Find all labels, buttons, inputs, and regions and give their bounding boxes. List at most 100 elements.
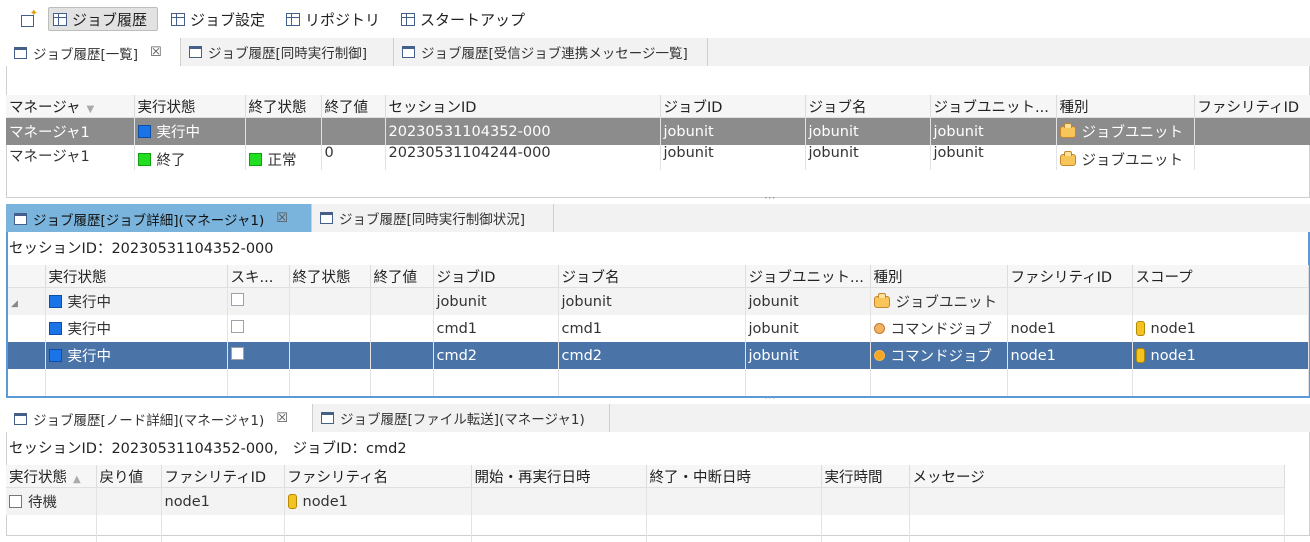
close-icon[interactable]: ☒ — [150, 45, 162, 60]
column-header[interactable]: 開始・再実行日時 — [471, 465, 647, 488]
tab-job-history-list[interactable]: ジョブ履歴[一覧] ☒ — [6, 38, 181, 67]
cell-status: 実行中 — [67, 322, 112, 338]
table-row — [8, 369, 1309, 396]
tab-label: ジョブ履歴[受信ジョブ連携メッセージ一覧] — [421, 46, 688, 62]
cell-job-name: cmd1 — [558, 315, 746, 342]
view-icon — [14, 46, 27, 59]
cell-jobunit: jobunit — [930, 145, 1057, 170]
tab-label: ジョブ履歴[ジョブ詳細](マネージャ1) — [33, 212, 265, 229]
column-header-tree[interactable] — [8, 265, 46, 288]
column-header[interactable]: 終了状態 — [289, 265, 371, 288]
column-header[interactable]: ファシリティ名 — [284, 465, 472, 488]
column-header[interactable]: スキ... — [227, 265, 290, 288]
perspective-startup[interactable]: スタートアップ — [396, 7, 530, 31]
skip-checkbox[interactable] — [230, 347, 244, 360]
column-header[interactable]: ファシリティID — [161, 465, 285, 488]
column-header[interactable]: 種別 — [870, 265, 1008, 288]
column-header[interactable]: 終了値 — [370, 265, 434, 288]
perspective-repository[interactable]: リポジトリ — [281, 7, 385, 31]
tab-label: ジョブ履歴[同時実行制御状況] — [339, 212, 526, 228]
column-header-status[interactable]: 実行状態 ▲ — [6, 465, 97, 488]
cell-job-name: jobunit — [805, 117, 931, 145]
cell-type: コマンドジョブ — [890, 322, 993, 338]
running-status-icon — [48, 322, 62, 335]
cell-end-value — [321, 117, 386, 145]
skip-checkbox[interactable] — [230, 293, 244, 306]
perspective-label: ジョブ設定 — [190, 10, 266, 29]
node-icon — [287, 494, 297, 509]
tree-expand-icon[interactable]: ◢ — [11, 299, 18, 309]
column-header[interactable]: ファシリティID — [1007, 265, 1133, 288]
cell-scope: node1 — [1150, 320, 1196, 337]
column-header[interactable]: 終了値 — [321, 95, 386, 118]
column-header[interactable]: ジョブID — [433, 265, 559, 288]
cell-jobunit: jobunit — [745, 315, 871, 342]
cell-status: 待機 — [28, 495, 57, 511]
cell-manager: マネージャ1 — [6, 145, 135, 170]
cell-end-status: 正常 — [267, 153, 297, 169]
cell-facility-id: node1 — [161, 487, 285, 515]
perspective-job-history[interactable]: ジョブ履歴 — [48, 7, 158, 31]
tab-concurrency-control[interactable]: ジョブ履歴[同時実行制御] — [181, 38, 394, 66]
sort-up-icon: ▲ — [73, 473, 81, 485]
tab-received-job-messages[interactable]: ジョブ履歴[受信ジョブ連携メッセージ一覧] — [394, 38, 708, 66]
node-detail-view: ジョブ履歴[ノード詳細](マネージャ1) ☒ ジョブ履歴[ファイル転送](マネー… — [6, 404, 1310, 542]
cell-status: 実行中 — [67, 349, 112, 365]
table-row — [6, 515, 1285, 542]
table-row[interactable]: マネージャ1 終了 正常 0 20230531104244-000 jobuni… — [6, 145, 1310, 170]
command-job-running-icon — [873, 350, 885, 361]
tab-node-detail[interactable]: ジョブ履歴[ノード詳細](マネージャ1) ☒ — [6, 404, 313, 433]
cell-duration — [821, 487, 910, 515]
column-header-manager[interactable]: マネージャ ▼ — [6, 95, 135, 118]
tab-label: ジョブ履歴[同時実行制御] — [208, 46, 368, 62]
column-header[interactable]: メッセージ — [909, 465, 1285, 488]
table-row[interactable]: マネージャ1 実行中 20230531104352-000 jobunit jo… — [6, 117, 1310, 145]
column-header[interactable]: ジョブ名 — [805, 95, 931, 118]
command-job-icon — [873, 323, 885, 334]
cell-type: コマンドジョブ — [890, 349, 993, 365]
tab-job-detail[interactable]: ジョブ履歴[ジョブ詳細](マネージャ1) ☒ — [6, 204, 312, 233]
table-row[interactable]: 実行中 cmd2 cmd2 jobunit コマンドジョブ node1 node… — [8, 342, 1309, 369]
column-header[interactable]: ジョブ名 — [558, 265, 746, 288]
column-header[interactable]: 実行状態 — [45, 265, 228, 288]
table-row[interactable]: ◢ 実行中 jobunit jobunit jobunit ジョブユニット — [8, 287, 1309, 315]
normal-status-icon — [248, 153, 262, 166]
column-header[interactable]: 終了・中断日時 — [646, 465, 822, 488]
job-history-list-view: ジョブ履歴[一覧] ☒ ジョブ履歴[同時実行制御] ジョブ履歴[受信ジョブ連携メ… — [6, 38, 1310, 198]
tab-file-transfer[interactable]: ジョブ履歴[ファイル転送](マネージャ1) — [313, 404, 610, 432]
cell-message — [909, 487, 1285, 515]
column-header[interactable]: スコープ — [1132, 265, 1309, 288]
open-perspective-button[interactable] — [16, 7, 41, 31]
column-header[interactable]: ジョブID — [660, 95, 806, 118]
jobunit-icon — [1059, 150, 1076, 166]
view-icon — [14, 412, 27, 425]
column-header[interactable]: ファシリティID — [1194, 95, 1310, 118]
table-icon — [401, 12, 415, 26]
cell-type: ジョブユニット — [1081, 125, 1184, 141]
column-header[interactable]: ジョブユニット... — [930, 95, 1057, 118]
table-row[interactable]: 待機 node1 node1 — [6, 487, 1285, 515]
table-row[interactable]: 実行中 cmd1 cmd1 jobunit コマンドジョブ node1 node… — [8, 315, 1309, 342]
running-status-icon — [137, 125, 151, 138]
column-header[interactable]: セッションID — [385, 95, 661, 118]
column-header[interactable]: 実行状態 — [134, 95, 246, 118]
skip-checkbox[interactable] — [230, 320, 244, 333]
column-header[interactable]: ジョブユニット... — [745, 265, 871, 288]
column-header[interactable]: 終了状態 — [245, 95, 322, 118]
cell-facility — [1194, 145, 1310, 170]
cell-type: ジョブユニット — [895, 295, 998, 311]
tab-concurrency-status[interactable]: ジョブ履歴[同時実行制御状況] — [312, 204, 554, 232]
perspective-job-settings[interactable]: ジョブ設定 — [166, 7, 270, 31]
cell-status: 実行中 — [156, 125, 201, 141]
close-icon[interactable]: ☒ — [276, 211, 288, 226]
column-header[interactable]: 戻り値 — [96, 465, 162, 488]
view-icon — [14, 212, 27, 225]
column-header[interactable]: 種別 — [1056, 95, 1195, 118]
close-icon[interactable]: ☒ — [276, 411, 288, 426]
tab-label: ジョブ履歴[一覧] — [33, 46, 139, 63]
cell-job-id: jobunit — [433, 287, 559, 315]
tab-label: ジョブ履歴[ノード詳細](マネージャ1) — [33, 412, 265, 429]
column-header[interactable]: 実行時間 — [821, 465, 910, 488]
cell-type: ジョブユニット — [1081, 153, 1184, 169]
perspective-label: スタートアップ — [420, 10, 526, 29]
